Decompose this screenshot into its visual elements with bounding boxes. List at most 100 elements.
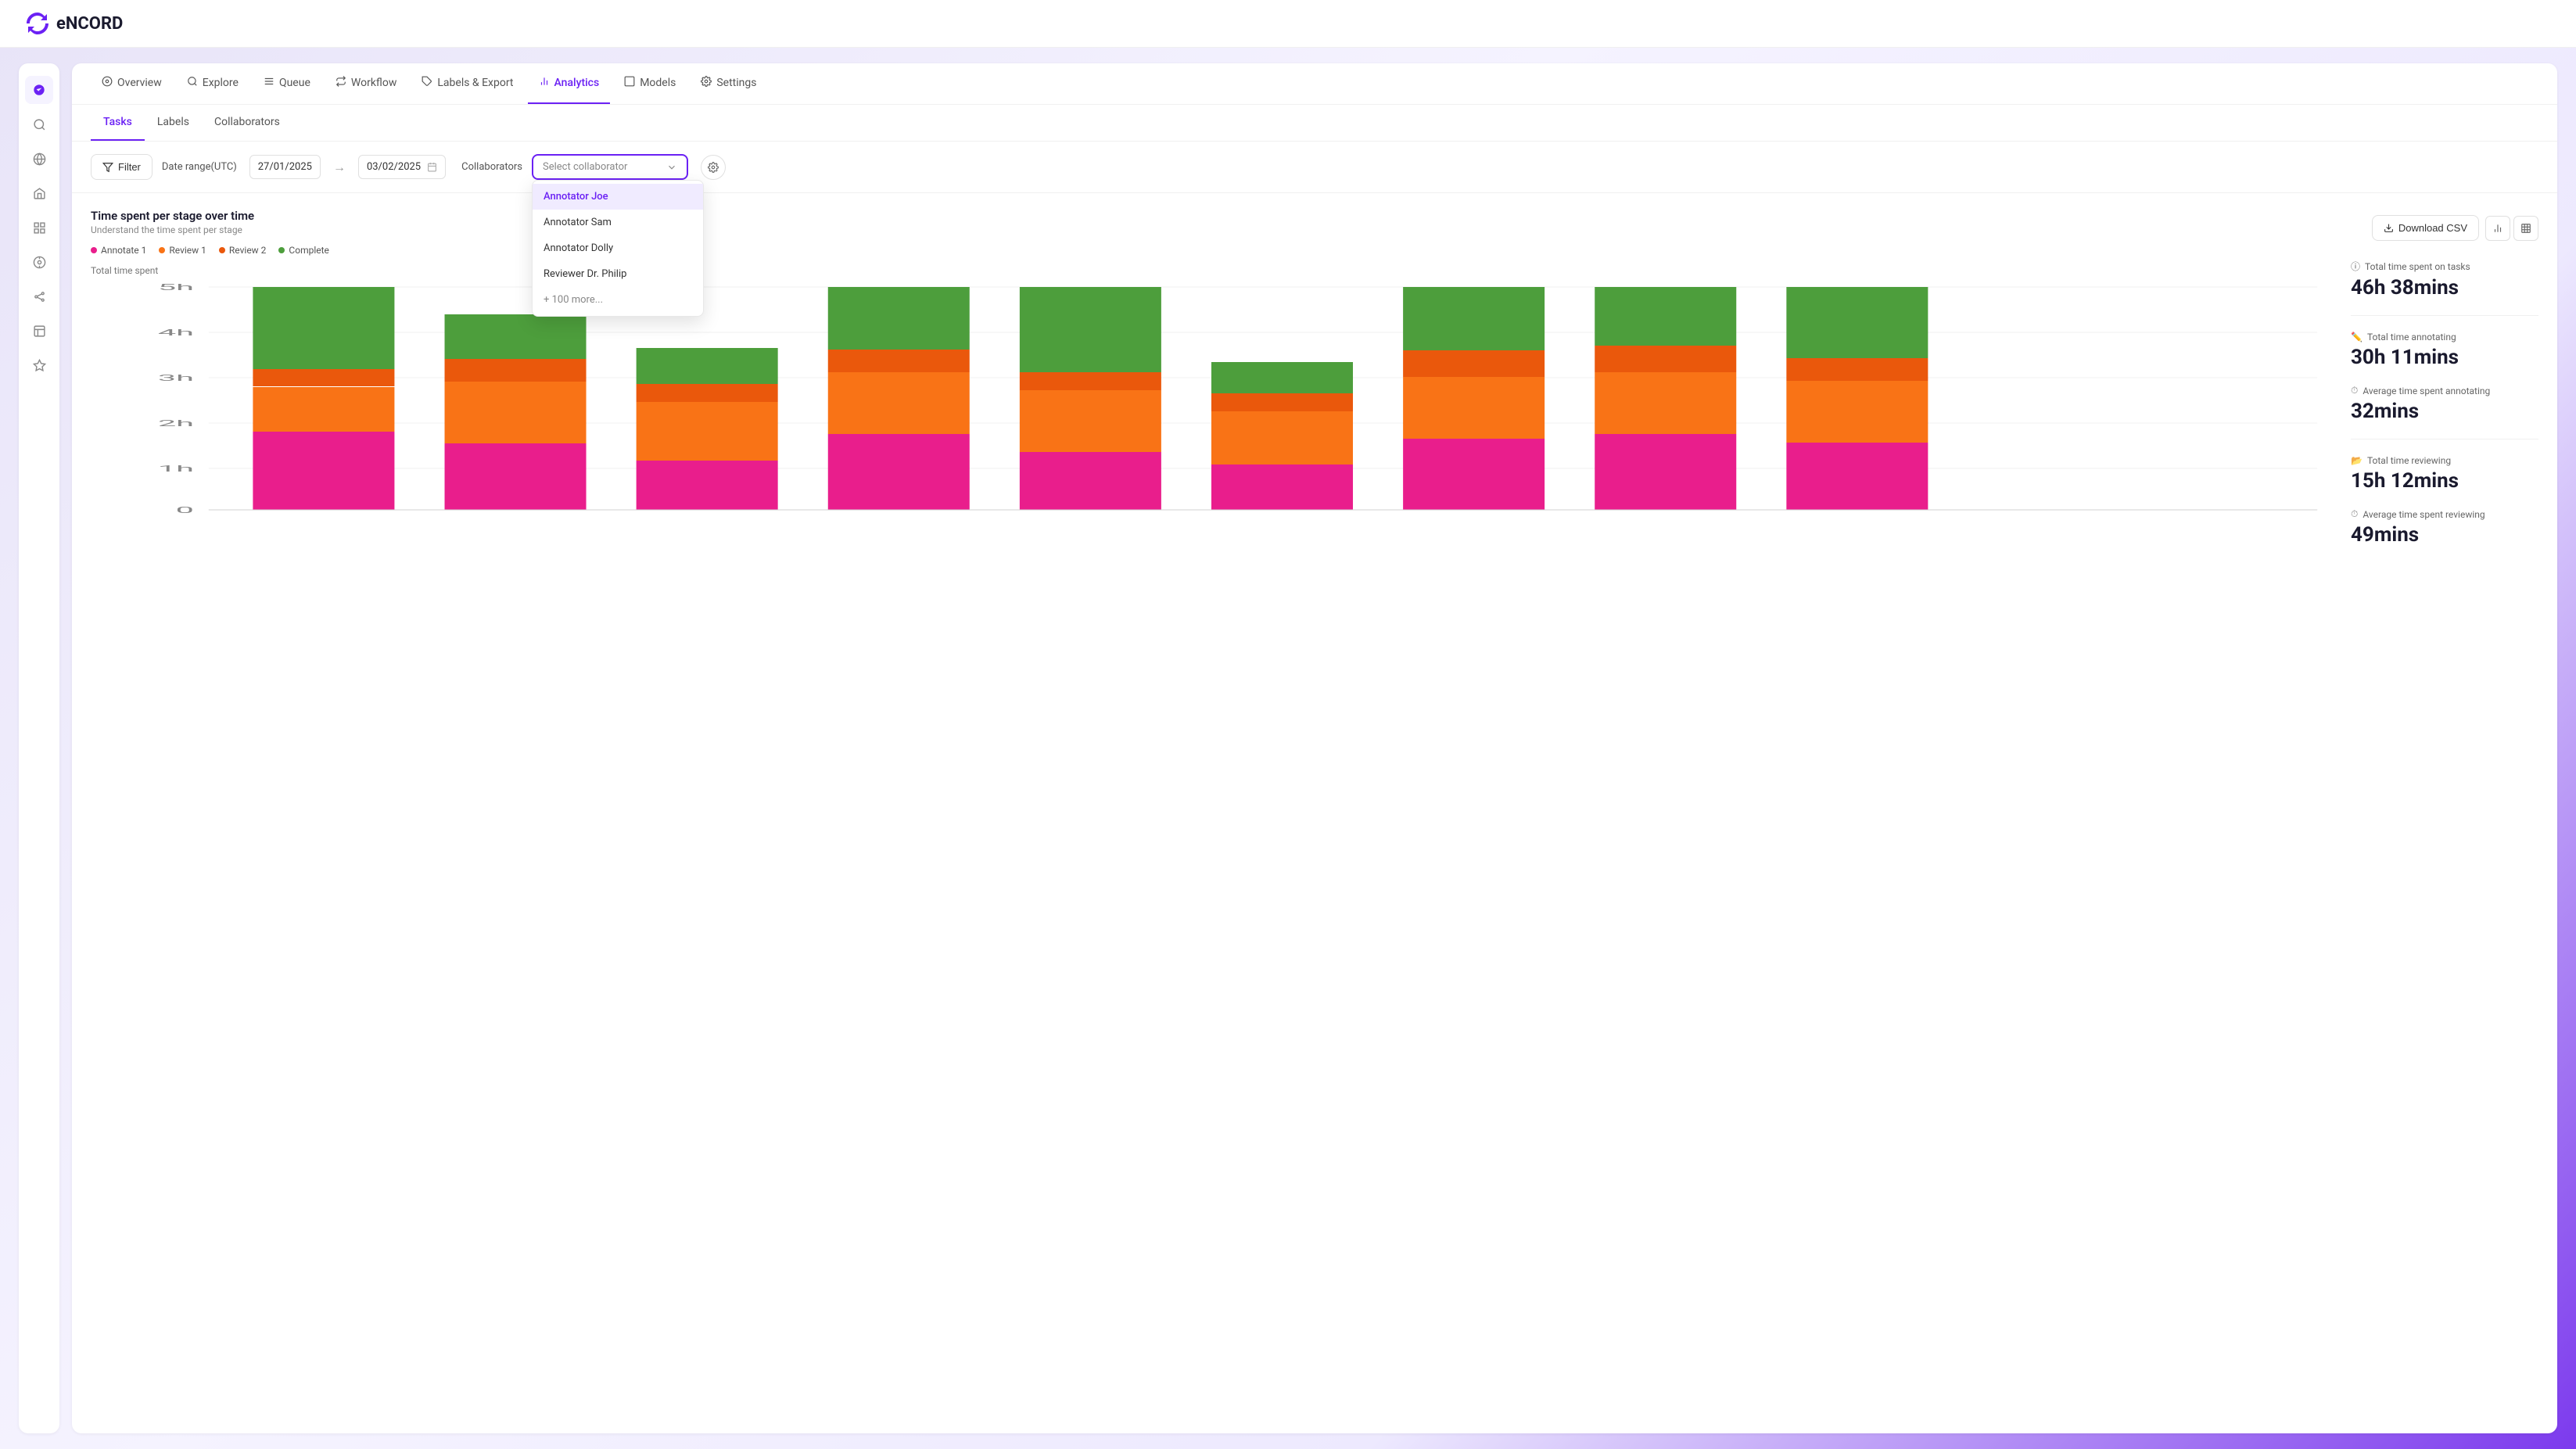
chart-container: Time spent per stage over time Understan… xyxy=(91,209,2332,547)
gear-icon xyxy=(708,162,719,173)
sidebar-icon-home[interactable] xyxy=(25,179,53,207)
tab-labels-export[interactable]: Labels & Export xyxy=(411,63,524,104)
date-from-input[interactable]: 27/01/2025 xyxy=(249,155,321,179)
legend-dot-review2 xyxy=(219,247,225,253)
collaborator-select[interactable]: Select collaborator xyxy=(532,154,688,180)
bar-group-4[interactable] xyxy=(828,287,970,510)
logo-text: eNCORD xyxy=(56,14,123,34)
bar-group-5[interactable] xyxy=(1020,287,1161,510)
sidebar-icon-box[interactable] xyxy=(25,317,53,345)
collaborator-settings-button[interactable] xyxy=(701,155,726,180)
sidebar-icon-target[interactable] xyxy=(25,248,53,276)
chart-title: Time spent per stage over time xyxy=(91,209,2332,223)
download-icon xyxy=(2384,223,2394,233)
divider-1 xyxy=(2351,315,2538,316)
labels-icon xyxy=(422,76,432,90)
workflow-icon xyxy=(335,76,346,90)
bar-group-9[interactable] xyxy=(1786,287,1928,510)
table-icon xyxy=(2520,223,2531,234)
sub-tab-collaborators[interactable]: Collaborators xyxy=(202,105,292,141)
sub-tab-labels[interactable]: Labels xyxy=(145,105,202,141)
svg-text:4h: 4h xyxy=(158,328,194,338)
tab-workflow[interactable]: Workflow xyxy=(325,63,408,104)
sidebar-icon-globe[interactable] xyxy=(25,145,53,173)
svg-text:1h: 1h xyxy=(158,464,194,474)
dropdown-item-sam[interactable]: Annotator Sam xyxy=(533,210,703,235)
content-area: Overview Explore Queue Workflow xyxy=(72,63,2557,1433)
chevron-down-icon xyxy=(666,162,677,173)
chart-section: Time spent per stage over time Understan… xyxy=(72,193,2557,562)
tab-models[interactable]: Models xyxy=(613,63,687,104)
svg-text:0: 0 xyxy=(176,505,194,515)
legend-dot-complete xyxy=(278,247,285,253)
dropdown-item-joe[interactable]: Annotator Joe xyxy=(533,184,703,210)
table-view-button[interactable] xyxy=(2513,216,2538,241)
collaborator-select-wrapper: Select collaborator Annotator Joe Annota… xyxy=(532,154,688,180)
annotating-icon: ✏️ xyxy=(2351,332,2363,343)
download-csv-button[interactable]: Download CSV xyxy=(2372,215,2479,241)
bar-group-8[interactable] xyxy=(1595,287,1736,510)
legend-dot-review1 xyxy=(159,247,165,253)
stat-reviewing: 📂 Total time reviewing 15h 12mins xyxy=(2351,455,2538,493)
dropdown-item-dolly[interactable]: Annotator Dolly xyxy=(533,235,703,261)
nav-tabs: Overview Explore Queue Workflow xyxy=(72,63,2557,105)
svg-text:5h: 5h xyxy=(158,282,194,292)
stat-avg-reviewing: ⏱ Average time spent reviewing 49mins xyxy=(2351,508,2538,547)
date-to-input[interactable]: 03/02/2025 xyxy=(358,155,446,179)
dropdown-item-philip[interactable]: Reviewer Dr. Philip xyxy=(533,261,703,287)
bar-group-6[interactable] xyxy=(1211,362,1353,510)
models-icon xyxy=(624,76,635,90)
legend-dot-annotate1 xyxy=(91,247,97,253)
top-bar: eNCORD xyxy=(0,0,2576,48)
date-range-label: Date range(UTC) xyxy=(162,161,237,173)
tab-overview[interactable]: Overview xyxy=(91,63,173,104)
date-arrow: → xyxy=(333,160,346,175)
chart-legend: Annotate 1 Review 1 Review 2 Complete xyxy=(91,245,2332,256)
bar-group-1[interactable] xyxy=(253,287,394,510)
tab-queue[interactable]: Queue xyxy=(253,63,321,104)
sub-tabs: Tasks Labels Collaborators xyxy=(72,105,2557,142)
tab-settings[interactable]: Settings xyxy=(690,63,767,104)
chart-view-button[interactable] xyxy=(2485,216,2510,241)
tab-analytics[interactable]: Analytics xyxy=(528,63,611,104)
calendar-icon xyxy=(427,162,437,172)
info-icon: ⓘ xyxy=(2351,260,2360,273)
tab-explore[interactable]: Explore xyxy=(176,63,249,104)
logo[interactable]: eNCORD xyxy=(25,11,123,36)
legend-review2: Review 2 xyxy=(219,245,267,256)
legend-review1: Review 1 xyxy=(159,245,206,256)
stat-annotating: ✏️ Total time annotating 30h 11mins xyxy=(2351,332,2538,369)
sidebar-icon-search[interactable] xyxy=(25,110,53,138)
explore-icon xyxy=(187,76,198,90)
stat-avg-annotating: ⏱ Average time spent annotating 32mins xyxy=(2351,385,2538,423)
chart-subtitle: Understand the time spent per stage xyxy=(91,224,2332,235)
dropdown-more[interactable]: + 100 more... xyxy=(533,287,703,313)
analytics-icon xyxy=(539,76,550,90)
main-layout: Overview Explore Queue Workflow xyxy=(0,48,2576,1449)
sub-tab-tasks[interactable]: Tasks xyxy=(91,105,145,141)
bar-group-3[interactable] xyxy=(637,348,778,510)
filter-button[interactable]: Filter xyxy=(91,154,152,180)
clock-icon-2: ⏱ xyxy=(2351,508,2358,520)
bar-chart-svg: 5h 4h 3h 2h 1h 0 xyxy=(91,279,2332,522)
sidebar-icon-logo[interactable] xyxy=(25,76,53,104)
bar-group-7[interactable] xyxy=(1403,287,1545,510)
bar-group-2[interactable] xyxy=(445,314,587,510)
bar-chart-icon xyxy=(2492,223,2503,234)
filter-bar: Filter Date range(UTC) 27/01/2025 → 03/0… xyxy=(72,142,2557,193)
view-toggle xyxy=(2485,216,2538,241)
overview-icon xyxy=(102,76,113,90)
sidebar xyxy=(19,63,59,1433)
clock-icon-1: ⏱ xyxy=(2351,385,2358,396)
sidebar-icon-badge[interactable] xyxy=(25,351,53,379)
sidebar-icon-grid[interactable] xyxy=(25,213,53,242)
collaborator-dropdown: Annotator Joe Annotator Sam Annotator Do… xyxy=(532,180,704,317)
folder-icon: 📂 xyxy=(2351,455,2363,466)
legend-annotate1: Annotate 1 xyxy=(91,245,146,256)
stat-total-time: ⓘ Total time spent on tasks 46h 38mins xyxy=(2351,260,2538,299)
stats-panel: Download CSV xyxy=(2351,209,2538,547)
legend-complete: Complete xyxy=(278,245,329,256)
filter-icon xyxy=(102,162,113,173)
svg-text:3h: 3h xyxy=(158,373,194,383)
sidebar-icon-connections[interactable] xyxy=(25,282,53,310)
